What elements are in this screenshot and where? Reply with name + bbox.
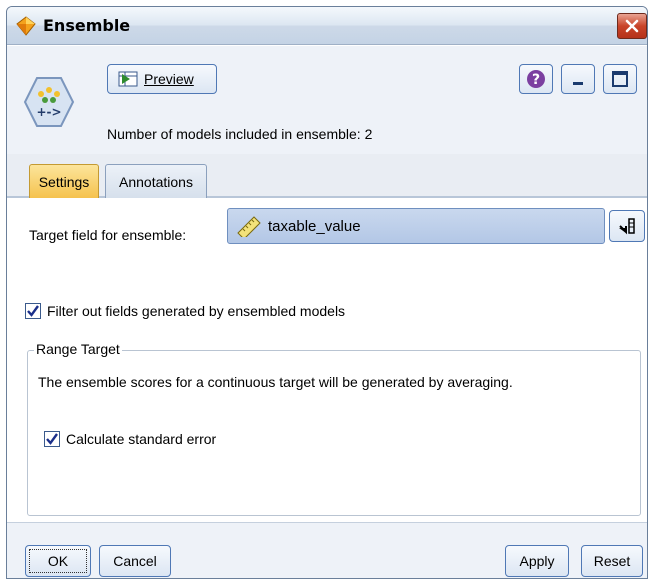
tab-settings[interactable]: Settings xyxy=(29,164,99,198)
window-title: Ensemble xyxy=(43,16,131,35)
svg-text:+->: +-> xyxy=(36,105,61,119)
standard-error-label: Calculate standard error xyxy=(66,431,217,447)
standard-error-checkbox[interactable] xyxy=(44,431,60,447)
tab-annotations[interactable]: Annotations xyxy=(105,164,207,198)
reset-label: Reset xyxy=(593,553,631,569)
settings-panel: Target field for ensemble: taxable_value xyxy=(7,200,647,522)
maximize-button[interactable] xyxy=(603,64,637,94)
range-target-group: Range Target The ensemble scores for a c… xyxy=(27,341,641,516)
checkmark-icon xyxy=(27,305,39,317)
standard-error-option[interactable]: Calculate standard error xyxy=(44,431,216,447)
dialog-header: +-> Preview ? Number of models included … xyxy=(7,46,647,154)
target-field-label: Target field for ensemble: xyxy=(29,227,187,243)
tab-strip: Settings Annotations xyxy=(7,154,647,198)
preview-icon xyxy=(118,71,138,87)
preview-label: Preview xyxy=(144,71,194,87)
close-icon xyxy=(625,19,639,33)
ensemble-dialog: Ensemble +-> Preview ? Number of models … xyxy=(6,6,648,579)
range-target-description: The ensemble scores for a continuous tar… xyxy=(38,374,513,390)
cancel-label: Cancel xyxy=(113,553,157,569)
help-button[interactable]: ? xyxy=(519,64,553,94)
ruler-icon xyxy=(237,216,261,237)
close-button[interactable] xyxy=(617,13,647,39)
filter-fields-label: Filter out fields generated by ensembled… xyxy=(47,303,346,319)
models-count-text: Number of models included in ensemble: 2 xyxy=(107,126,373,142)
ok-button[interactable]: OK xyxy=(25,545,91,577)
minimize-icon xyxy=(573,82,583,85)
field-picker-button[interactable] xyxy=(609,210,645,242)
minimize-button[interactable] xyxy=(561,64,595,94)
diamond-icon xyxy=(16,16,36,36)
help-icon: ? xyxy=(527,70,545,88)
window-controls: ? xyxy=(519,64,637,94)
filter-fields-checkbox[interactable] xyxy=(25,303,41,319)
field-picker-icon xyxy=(619,218,635,235)
ok-label: OK xyxy=(47,553,69,569)
tab-settings-label: Settings xyxy=(38,173,90,190)
maximize-icon xyxy=(612,71,628,87)
apply-label: Apply xyxy=(519,553,555,569)
range-target-legend: Range Target xyxy=(34,341,122,357)
checkmark-icon xyxy=(46,433,58,445)
title-bar: Ensemble xyxy=(7,7,647,45)
target-field-select[interactable]: taxable_value xyxy=(227,208,605,244)
cancel-button[interactable]: Cancel xyxy=(99,545,171,577)
tab-annotations-label: Annotations xyxy=(119,173,193,190)
target-field-value: taxable_value xyxy=(268,217,361,235)
filter-fields-option[interactable]: Filter out fields generated by ensembled… xyxy=(25,303,345,319)
dialog-footer: OK Cancel Apply Reset xyxy=(7,522,647,578)
svg-text:?: ? xyxy=(532,72,540,88)
ensemble-node-icon: +-> xyxy=(23,77,75,127)
apply-button[interactable]: Apply xyxy=(505,545,569,577)
preview-button[interactable]: Preview xyxy=(107,64,217,94)
reset-button[interactable]: Reset xyxy=(581,545,643,577)
